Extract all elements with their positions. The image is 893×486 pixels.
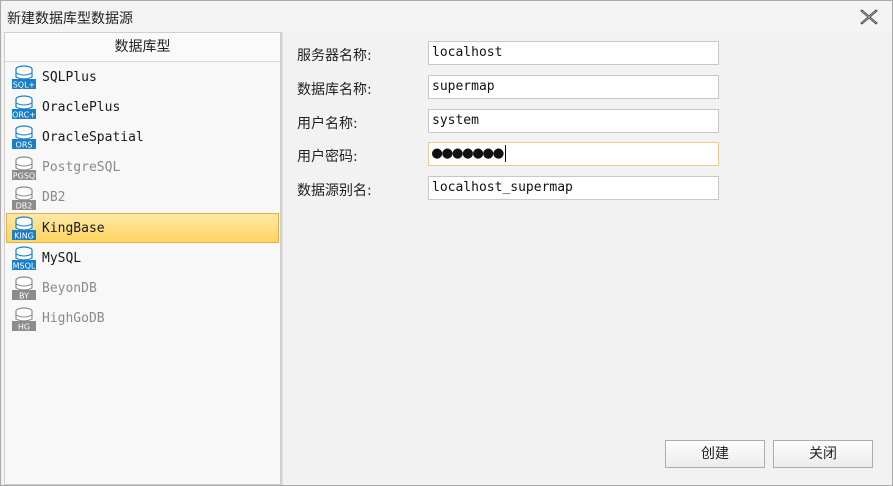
ds-badge: KING bbox=[14, 232, 34, 241]
ds-badge: BY bbox=[19, 292, 29, 301]
ds-item-sqlplus[interactable]: SQL+ SQLPlus bbox=[6, 62, 279, 92]
ds-badge: HG bbox=[18, 322, 30, 331]
list-header: 数据库型 bbox=[5, 33, 280, 62]
ds-badge: DB2 bbox=[16, 201, 33, 210]
dialog-title: 新建数据库型数据源 bbox=[7, 11, 133, 27]
user-input[interactable]: system bbox=[428, 109, 719, 133]
create-button[interactable]: 创建 bbox=[665, 440, 765, 468]
ds-badge: PGSQ bbox=[13, 171, 35, 180]
database-input[interactable]: supermap bbox=[428, 75, 719, 99]
new-datasource-dialog: 新建数据库型数据源 数据库型 SQL+ SQLPlus ORC+ OraclePlus… bbox=[0, 0, 893, 486]
alias-label: 数据源别名: bbox=[297, 183, 372, 199]
ds-badge: ORC+ bbox=[12, 111, 36, 120]
ds-badge: MSQL bbox=[13, 262, 36, 271]
title-bar: 新建数据库型数据源 bbox=[1, 1, 892, 32]
ds-item-label: KingBase bbox=[42, 220, 105, 236]
database-label: 数据库名称: bbox=[297, 82, 372, 98]
ds-badge: SQL+ bbox=[13, 81, 36, 90]
ds-item-label: PostgreSQL bbox=[42, 160, 121, 176]
database-icon: SQL+ bbox=[11, 64, 37, 90]
ds-item-label: OraclePlus bbox=[42, 99, 121, 115]
password-label: 用户密码: bbox=[297, 149, 358, 165]
ds-item-label: HighGoDB bbox=[42, 311, 105, 327]
user-label: 用户名称: bbox=[297, 116, 358, 132]
database-icon: KING bbox=[11, 215, 37, 241]
password-mask: ●●●●●●● bbox=[432, 143, 504, 163]
ds-item-postgresql[interactable]: PGSQ PostgreSQL bbox=[6, 153, 279, 183]
ds-item-beyondb[interactable]: BY BeyonDB bbox=[6, 273, 279, 303]
ds-item-label: BeyonDB bbox=[42, 280, 97, 296]
ds-item-label: OracleSpatial bbox=[42, 129, 144, 145]
ds-item-label: MySQL bbox=[42, 250, 82, 266]
ds-badge: ORS bbox=[16, 141, 33, 150]
ds-item-label: SQLPlus bbox=[42, 69, 97, 85]
server-label: 服务器名称: bbox=[297, 48, 372, 64]
alias-input[interactable]: localhost_supermap bbox=[428, 176, 719, 200]
text-caret bbox=[504, 145, 506, 162]
close-icon[interactable] bbox=[860, 9, 878, 25]
database-icon: PGSQ bbox=[11, 155, 37, 181]
ds-item-label: DB2 bbox=[42, 190, 66, 206]
server-input[interactable]: localhost bbox=[428, 41, 719, 65]
database-icon: ORC+ bbox=[11, 94, 37, 120]
ds-item-db2[interactable]: DB2 DB2 bbox=[6, 183, 279, 213]
panel-splitter[interactable] bbox=[281, 32, 283, 485]
database-icon: HG bbox=[11, 306, 37, 332]
ds-items-container: SQL+ SQLPlus ORC+ OraclePlus ORS OracleSpatia… bbox=[5, 62, 280, 334]
ds-item-highgodb[interactable]: HG HighGoDB bbox=[6, 304, 279, 334]
close-button[interactable]: 关闭 bbox=[773, 440, 873, 468]
password-input[interactable]: ●●●●●●● bbox=[428, 142, 719, 166]
database-icon: DB2 bbox=[11, 185, 37, 211]
database-icon: MSQL bbox=[11, 245, 37, 271]
database-icon: ORS bbox=[11, 124, 37, 150]
ds-item-kingbase[interactable]: KING KingBase bbox=[6, 212, 279, 244]
ds-item-oraclespatial[interactable]: ORS OracleSpatial bbox=[6, 122, 279, 152]
ds-item-mysql[interactable]: MSQL MySQL bbox=[6, 243, 279, 273]
datasource-type-list: 数据库型 SQL+ SQLPlus ORC+ OraclePlus ORS OracleS… bbox=[4, 32, 281, 485]
ds-item-oracleplus[interactable]: ORC+ OraclePlus bbox=[6, 92, 279, 122]
database-icon: BY bbox=[11, 275, 37, 301]
